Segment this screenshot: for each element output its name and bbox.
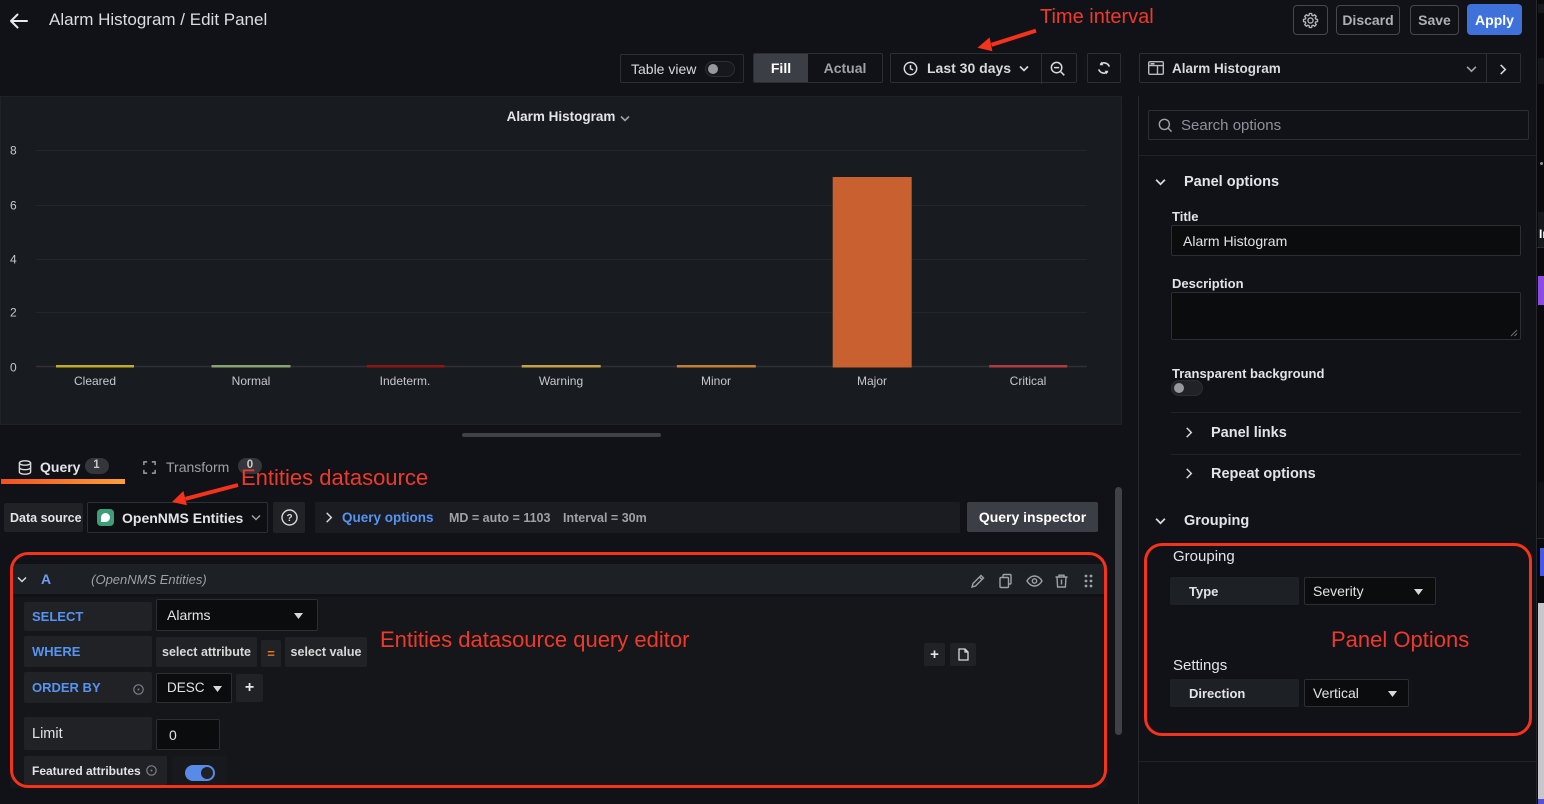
svg-text:Indeterm.: Indeterm. <box>380 374 431 388</box>
svg-text:Critical: Critical <box>1010 374 1047 388</box>
svg-text:8: 8 <box>10 144 17 158</box>
svg-text:Warning: Warning <box>539 374 583 388</box>
svg-text:2: 2 <box>10 306 17 320</box>
svg-text:0: 0 <box>10 361 17 375</box>
svg-text:Normal: Normal <box>232 374 271 388</box>
svg-text:Minor: Minor <box>701 374 731 388</box>
svg-text:Major: Major <box>857 374 887 388</box>
svg-text:6: 6 <box>10 199 17 213</box>
svg-text:Cleared: Cleared <box>74 374 116 388</box>
svg-text:4: 4 <box>10 253 17 267</box>
svg-text:?: ? <box>286 513 292 524</box>
